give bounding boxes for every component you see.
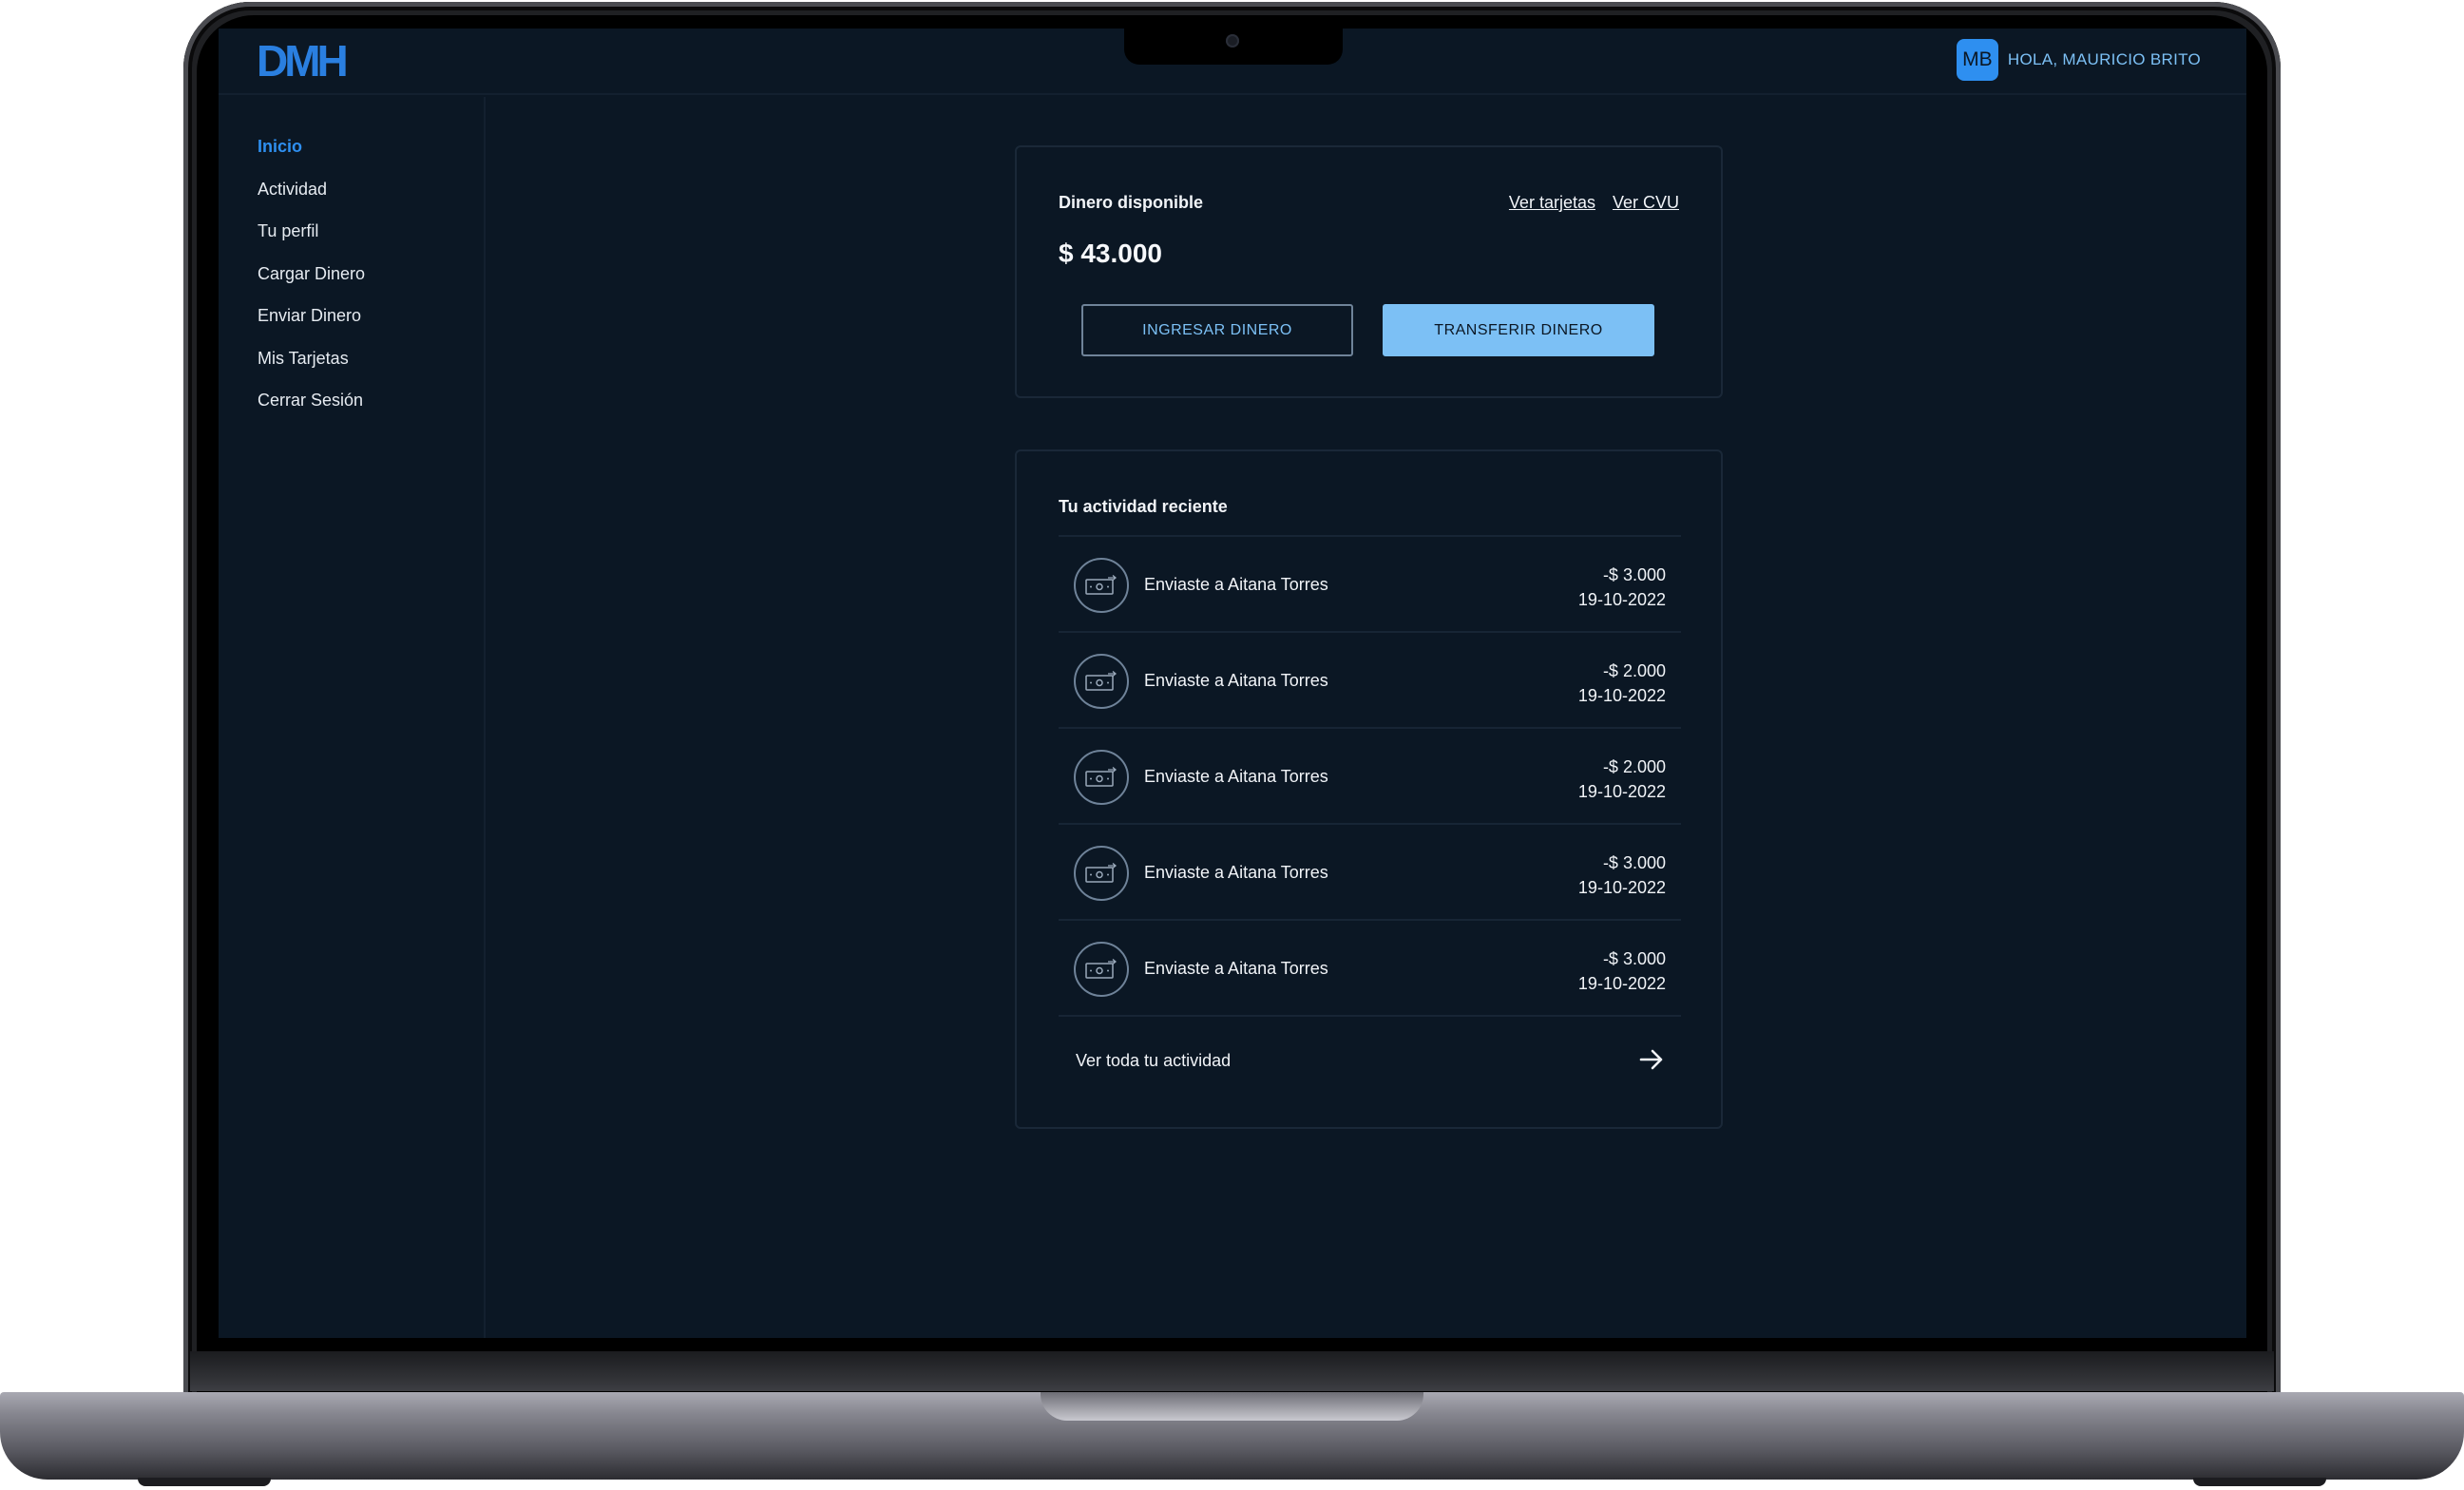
user-greeting: HOLA, MAURICIO BRITO [2007,50,2201,68]
activity-date: 19-10-2022 [1577,590,1666,609]
see-all-activity-label: Ver toda tu actividad [1076,1051,1232,1070]
activity-amount: -$ 3.000 [1602,565,1666,584]
activity-description: Enviaste a Aitana Torres [1144,767,1328,786]
activity-amount: -$ 3.000 [1602,853,1666,872]
activity-amount: -$ 2.000 [1602,661,1666,680]
view-cards-link[interactable]: Ver tarjetas [1509,193,1595,213]
laptop-foot [2193,1478,2326,1486]
laptop-opening-notch [1041,1392,1423,1421]
activity-card: Tu actividad reciente Enviaste a Aitana … [1015,449,1723,1129]
activity-amount-block: -$ 3.000 19-10-2022 [1578,563,1666,612]
activity-item[interactable]: Enviaste a Aitana Torres -$ 2.000 19-10-… [1059,727,1681,823]
activity-item[interactable]: Enviaste a Aitana Torres -$ 3.000 19-10-… [1059,535,1681,631]
brand-logo[interactable]: DMH [257,39,349,83]
deposit-button[interactable]: INGRESAR DINERO [1081,304,1353,356]
sidebar: Inicio Actividad Tu perfil Cargar Dinero… [219,97,486,1338]
activity-title: Tu actividad reciente [1059,497,1228,516]
money-transfer-icon [1074,942,1129,997]
sidebar-item-inicio[interactable]: Inicio [258,137,484,180]
money-transfer-icon [1074,846,1129,901]
activity-description: Enviaste a Aitana Torres [1144,671,1328,690]
money-transfer-icon [1074,750,1129,805]
activity-amount: -$ 3.000 [1602,949,1666,968]
laptop-hinge [190,1351,2274,1391]
activity-date: 19-10-2022 [1577,686,1666,705]
arrow-right-icon[interactable] [1637,1045,1666,1074]
sidebar-item-mis-tarjetas[interactable]: Mis Tarjetas [258,349,484,392]
activity-amount-block: -$ 2.000 19-10-2022 [1578,659,1666,708]
avatar[interactable]: MB [1956,39,1998,81]
sidebar-item-actividad[interactable]: Actividad [258,180,484,222]
activity-date: 19-10-2022 [1577,974,1666,993]
balance-links: Ver tarjetas Ver CVU [1509,193,1679,213]
money-transfer-icon [1074,654,1129,709]
activity-item[interactable]: Enviaste a Aitana Torres -$ 3.000 19-10-… [1059,823,1681,919]
activity-list: Enviaste a Aitana Torres -$ 3.000 19-10-… [1059,535,1681,1015]
activity-item[interactable]: Enviaste a Aitana Torres -$ 3.000 19-10-… [1059,919,1681,1015]
camera-notch [1124,27,1343,65]
balance-label: Dinero disponible [1059,193,1204,212]
activity-date: 19-10-2022 [1577,878,1666,897]
activity-amount-block: -$ 3.000 19-10-2022 [1578,946,1666,996]
activity-amount-block: -$ 2.000 19-10-2022 [1578,755,1666,804]
activity-description: Enviaste a Aitana Torres [1144,959,1328,978]
activity-description: Enviaste a Aitana Torres [1144,575,1328,594]
balance-card: Dinero disponible Ver tarjetas Ver CVU $… [1015,145,1723,398]
view-cvu-link[interactable]: Ver CVU [1613,193,1679,213]
sidebar-item-tu-perfil[interactable]: Tu perfil [258,221,484,264]
user-menu[interactable]: MB HOLA, MAURICIO BRITO [1956,39,2201,81]
activity-description: Enviaste a Aitana Torres [1144,863,1328,882]
activity-date: 19-10-2022 [1577,782,1666,801]
activity-amount: -$ 2.000 [1602,757,1666,776]
camera-icon [1226,34,1239,48]
activity-item[interactable]: Enviaste a Aitana Torres -$ 2.000 19-10-… [1059,631,1681,727]
see-all-activity-link[interactable]: Ver toda tu actividad [1059,1015,1681,1110]
sidebar-item-enviar-dinero[interactable]: Enviar Dinero [258,306,484,349]
sidebar-item-cargar-dinero[interactable]: Cargar Dinero [258,264,484,307]
app-screen: DMH MB HOLA, MAURICIO BRITO Inicio Activ… [219,29,2246,1338]
laptop-foot [138,1478,271,1486]
sidebar-item-cerrar-sesion[interactable]: Cerrar Sesión [258,391,484,433]
activity-amount-block: -$ 3.000 19-10-2022 [1578,850,1666,900]
money-transfer-icon [1074,558,1129,613]
transfer-button[interactable]: TRANSFERIR DINERO [1383,304,1654,356]
balance-amount: $ 43.000 [1059,239,1162,268]
